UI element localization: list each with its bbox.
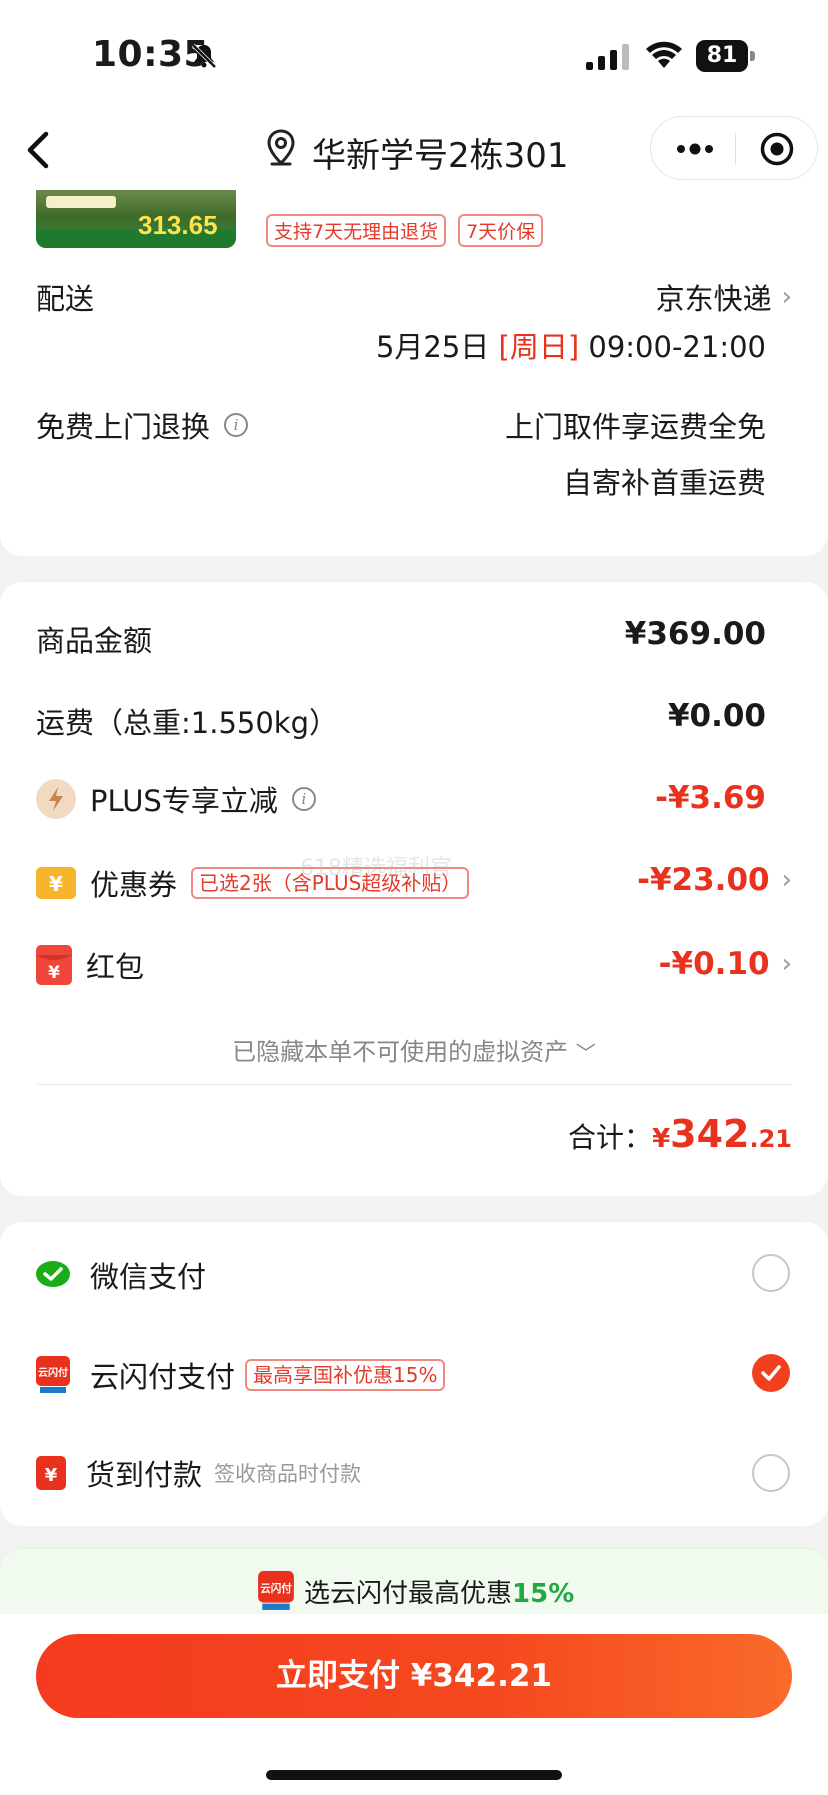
red-packet-icon: ¥: [36, 945, 72, 985]
info-icon[interactable]: i: [224, 413, 249, 437]
returns-line1: 上门取件享运费全免: [504, 410, 766, 444]
footer-bar: 立即支付 ¥342.21: [0, 1614, 828, 1795]
delivery-weekday: [周日]: [498, 330, 580, 364]
total-label: 合计：: [568, 1121, 653, 1154]
redpacket-value-row[interactable]: -¥0.10 ›: [659, 946, 792, 982]
battery-tip: [750, 51, 755, 61]
unionpay-tag: 最高享国补优惠15%: [245, 1359, 446, 1391]
promo-highlight: 15%: [512, 1579, 575, 1609]
plus-row: PLUS专享立减 i: [36, 778, 316, 820]
coupon-icon: ¥: [36, 867, 76, 899]
delivery-label: 配送: [36, 282, 95, 316]
back-arrow-icon[interactable]: [20, 128, 56, 172]
wifi-icon: [646, 41, 682, 68]
chevron-down-icon: ﹀: [575, 1041, 596, 1065]
coupon-value-row[interactable]: -¥23.00 ›: [637, 862, 792, 898]
battery-icon: 81: [696, 40, 756, 72]
cod-note: 签收商品时付款: [214, 1462, 362, 1486]
chevron-right-icon: ›: [781, 949, 792, 979]
total-integer: 342: [670, 1112, 750, 1156]
price-protect-badge: 7天价保: [458, 214, 544, 247]
unionpay-cloud-icon: 云闪付: [36, 1356, 70, 1393]
delivery-time[interactable]: 5月25日 [周日] 09:00-21:00: [376, 324, 766, 366]
redpacket-value: -¥0.10: [658, 946, 770, 982]
unionpay-label: 云闪付支付: [90, 1360, 236, 1394]
total-decimal: .21: [749, 1125, 792, 1153]
price-summary-card: 商品金额 ¥369.00 运费（总重:1.550kg） ¥0.00 PLUS专享…: [0, 582, 828, 1196]
pay-option-unionpay[interactable]: 云闪付 云闪付支付 最高享国补优惠15%: [36, 1354, 446, 1396]
bell-muted-icon: [191, 43, 217, 69]
total-row: 合计： ¥ 342 .21: [568, 1112, 792, 1156]
svg-text:¥: ¥: [49, 872, 63, 896]
capsule-divider: [735, 133, 736, 165]
cash-on-delivery-icon: ¥: [36, 1456, 66, 1490]
wechat-label: 微信支付: [90, 1260, 207, 1294]
chevron-right-icon: ›: [781, 282, 792, 312]
thumb-price: 313.65: [138, 210, 218, 240]
total-symbol: ¥: [652, 1124, 671, 1154]
unionpay-radio-checked[interactable]: [752, 1354, 790, 1392]
svg-text:¥: ¥: [45, 1465, 58, 1486]
cod-radio[interactable]: [752, 1454, 790, 1492]
return-badge: 支持7天无理由退货: [266, 214, 447, 247]
close-target-icon[interactable]: [759, 131, 795, 167]
battery-level: 81: [696, 40, 748, 72]
summary-divider: [36, 1084, 792, 1085]
svg-text:云闪付: 云闪付: [38, 1366, 68, 1379]
plus-label: PLUS专享立减: [90, 784, 278, 818]
checkmark-icon: [761, 1365, 781, 1381]
signal-icon: [586, 44, 629, 70]
cod-label: 货到付款: [86, 1458, 203, 1492]
location-pin-icon: [267, 129, 295, 166]
more-dots-icon[interactable]: [673, 135, 717, 163]
status-bar: 10:35 81: [0, 0, 828, 110]
chevron-right-icon: ›: [781, 865, 792, 895]
pay-option-wechat[interactable]: 微信支付: [36, 1254, 206, 1296]
shipping-value: ¥0.00: [667, 698, 766, 734]
carrier-name: 京东快递: [655, 282, 772, 316]
delivery-card: 313.65 支持7天无理由退货 7天价保 配送 京东快递 › 5月25日 [周…: [0, 176, 828, 556]
address-title[interactable]: 华新学号2栋301: [312, 128, 569, 177]
promo-text: 选云闪付最高优惠15%: [304, 1573, 574, 1610]
hidden-assets-toggle[interactable]: 已隐藏本单不可使用的虚拟资产 ﹀: [0, 1032, 828, 1067]
wechat-radio[interactable]: [752, 1254, 790, 1292]
coupon-value: -¥23.00: [637, 862, 770, 898]
promo-text-main: 选云闪付最高优惠: [304, 1579, 513, 1609]
goods-amount-value: ¥369.00: [624, 616, 766, 652]
info-icon[interactable]: i: [291, 787, 316, 811]
coupon-label: 优惠券: [90, 868, 178, 902]
carrier-row[interactable]: 京东快递 ›: [656, 276, 792, 318]
plus-badge-icon: [36, 779, 76, 819]
returns-line2: 自寄补首重运费: [562, 466, 766, 500]
pay-now-button[interactable]: 立即支付 ¥342.21: [36, 1634, 792, 1718]
payment-method-card: 微信支付 云闪付 云闪付支付 最高享国补优惠15% ¥ 货到付款 签收商品时付款: [0, 1222, 828, 1526]
wechat-icon: [36, 1261, 70, 1287]
watermark-text: 618精选福利官: [300, 856, 452, 881]
redpacket-row[interactable]: ¥ 红包: [36, 944, 144, 986]
hidden-assets-text: 已隐藏本单不可使用的虚拟资产: [232, 1038, 569, 1066]
returns-label: 免费上门退换: [36, 410, 211, 444]
returns-row: 免费上门退换 i: [36, 404, 249, 446]
shipping-label: 运费（总重:1.550kg）: [36, 706, 338, 740]
home-indicator[interactable]: [266, 1770, 562, 1780]
delivery-date: 5月25日: [375, 330, 490, 364]
unionpay-cloud-icon: 云闪付: [258, 1571, 294, 1610]
product-thumbnail[interactable]: 313.65: [36, 190, 236, 248]
nav-bar: 华新学号2栋301: [0, 110, 828, 190]
pay-option-cod[interactable]: ¥ 货到付款 签收商品时付款: [36, 1452, 361, 1494]
redpacket-label: 红包: [86, 950, 145, 984]
thumb-tag: [46, 196, 116, 208]
goods-amount-label: 商品金额: [36, 624, 153, 658]
delivery-window: 09:00-21:00: [588, 330, 766, 364]
svg-text:¥: ¥: [48, 963, 60, 983]
svg-text:云闪付: 云闪付: [260, 1582, 292, 1595]
plus-value: -¥3.69: [655, 780, 766, 816]
mini-program-capsule: [650, 116, 818, 180]
